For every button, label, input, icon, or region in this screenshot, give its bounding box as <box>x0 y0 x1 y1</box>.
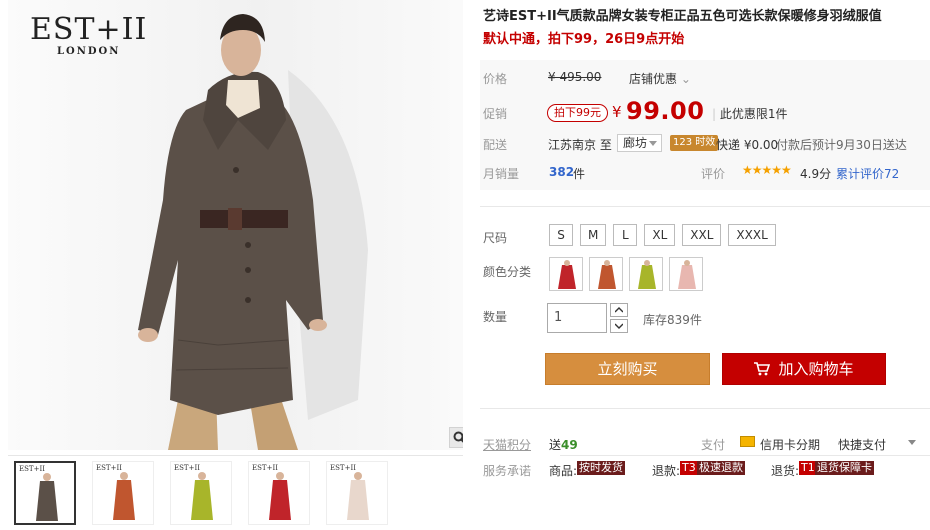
size-option-s[interactable]: S <box>549 224 573 246</box>
color-swatch-red[interactable] <box>549 257 583 291</box>
size-option-xxxl[interactable]: XXXL <box>728 224 776 246</box>
zoom-icon[interactable] <box>449 427 463 448</box>
cart-icon <box>754 362 771 376</box>
swatch-coat-4 <box>678 265 696 289</box>
add-to-cart-label: 加入购物车 <box>778 360 854 378</box>
goods-promise-label: 商品: <box>549 464 578 478</box>
buy-now-button[interactable]: 立刻购买 <box>545 353 710 385</box>
product-subtitle: 默认中通，拍下99，26日9点开始 <box>483 32 685 47</box>
points-number: 49 <box>561 438 578 452</box>
sales-label: 月销量 <box>483 167 520 181</box>
color-swatch-pink[interactable] <box>669 257 703 291</box>
swatch-coat-1 <box>558 265 576 289</box>
chevron-up-icon <box>615 307 623 313</box>
quantity-decrease-button[interactable] <box>610 319 628 333</box>
rating-score: 4.9分 <box>800 167 832 181</box>
credit-card-icon <box>740 436 755 447</box>
quantity-label: 数量 <box>483 310 508 324</box>
delivery-speed-badge: 123 时效 <box>670 135 719 151</box>
quantity-increase-button[interactable] <box>610 303 628 317</box>
thumbnail-coat-image <box>36 473 58 521</box>
coat-4 <box>269 480 291 520</box>
color-options <box>549 257 703 291</box>
color-swatch-olive[interactable] <box>629 257 663 291</box>
ship-from: 江苏南京 至 <box>548 138 612 152</box>
color-label: 颜色分类 <box>483 265 532 279</box>
payment-label: 支付 <box>701 438 726 452</box>
size-option-m[interactable]: M <box>580 224 607 246</box>
shipping-eta: 付款后预计9月30日送达 <box>776 138 907 152</box>
main-product-image[interactable]: EST+II LONDON <box>8 0 463 450</box>
chevron-down-icon[interactable] <box>908 440 916 445</box>
shipping-fee: 快递 ¥0.00 <box>716 138 779 152</box>
color-swatch-rust[interactable] <box>589 257 623 291</box>
thumbnail-coat-image <box>269 472 291 520</box>
promo-limit: | 此优惠限1件 <box>712 107 788 121</box>
original-price-value: ¥ 495.00 <box>548 70 602 84</box>
thumbnail-4[interactable]: EST+II <box>248 461 310 525</box>
thumbnail-3[interactable]: EST+II <box>170 461 232 525</box>
fast-refund-badge[interactable]: 极速退款 <box>697 461 745 475</box>
thumbnail-coat-image <box>191 472 213 520</box>
destination-select[interactable]: 廊坊 <box>617 134 662 152</box>
credit-card-installment[interactable]: 信用卡分期 <box>760 436 820 453</box>
destination-value: 廊坊 <box>623 136 648 150</box>
promo-price: 99.00 <box>626 97 705 125</box>
thumbnail-coat-image <box>113 472 135 520</box>
rating-label: 评价 <box>701 167 726 181</box>
on-time-shipping-badge[interactable]: 按时发货 <box>577 461 625 475</box>
divider <box>480 206 930 207</box>
swatch-coat-3 <box>638 265 656 289</box>
original-price: ¥ 495.00 <box>548 70 601 84</box>
coat-5 <box>347 480 369 520</box>
thumbnail-coat-image <box>347 472 369 520</box>
shop-discount-dropdown[interactable]: 店铺优惠 ⌄ <box>629 70 691 87</box>
coat-2 <box>113 480 135 520</box>
model-figure <box>138 14 368 450</box>
quantity-input[interactable]: 1 <box>547 303 607 333</box>
thumbnail-strip: EST+II EST+II EST+II EST+II EST+II <box>8 455 463 530</box>
thumbnail-1[interactable]: EST+II <box>14 461 76 525</box>
points-value: 送49 <box>549 436 578 453</box>
size-options: S M L XL XXL XXXL <box>549 224 776 246</box>
monthly-sales-count: 382 <box>549 165 575 179</box>
cumulative-reviews-link[interactable]: 累计评价72 <box>836 165 899 182</box>
currency-symbol: ¥ <box>612 103 622 121</box>
shipping-label: 配送 <box>483 138 508 152</box>
monthly-sales-unit: 件 <box>573 167 586 181</box>
promo-label: 促销 <box>483 107 508 121</box>
return-guarantee-badge[interactable]: 退货保障卡 <box>815 461 874 475</box>
chevron-down-icon: ⌄ <box>677 72 691 86</box>
chevron-down-icon <box>649 141 657 146</box>
chevron-down-icon <box>615 323 623 329</box>
star-rating-icon: ★★★★★ <box>742 163 792 177</box>
refund-label: 退款: <box>652 464 681 478</box>
divider <box>560 455 930 456</box>
shop-discount-label: 店铺优惠 <box>629 72 678 86</box>
divider <box>480 408 930 409</box>
promo-limit-text: 此优惠限1件 <box>719 107 788 121</box>
refund-tier-badge: T3 <box>680 461 698 475</box>
add-to-cart-button[interactable]: 加入购物车 <box>722 353 886 385</box>
quick-pay[interactable]: 快捷支付 <box>838 436 886 453</box>
service-promise-label: 服务承诺 <box>483 464 532 478</box>
size-option-xxl[interactable]: XXL <box>682 224 722 246</box>
swatch-coat-2 <box>598 265 616 289</box>
thumbnail-2[interactable]: EST+II <box>92 461 154 525</box>
tmall-points-link[interactable]: 天猫积分 <box>483 436 531 453</box>
coat-3 <box>191 480 213 520</box>
product-title: 艺诗EST+II气质款品牌女装专柜正品五色可选长款保暖修身羽绒服值 <box>483 9 882 24</box>
promo-tag: 拍下99元 <box>547 104 608 122</box>
size-option-xl[interactable]: XL <box>644 224 676 246</box>
coat-1 <box>36 481 58 521</box>
size-label: 尺码 <box>483 231 508 245</box>
return-label: 退货: <box>771 464 800 478</box>
price-label: 价格 <box>483 72 508 86</box>
stock-count: 库存839件 <box>643 313 702 327</box>
thumbnail-5[interactable]: EST+II <box>326 461 388 525</box>
points-prefix: 送 <box>549 438 562 452</box>
size-option-l[interactable]: L <box>613 224 638 246</box>
